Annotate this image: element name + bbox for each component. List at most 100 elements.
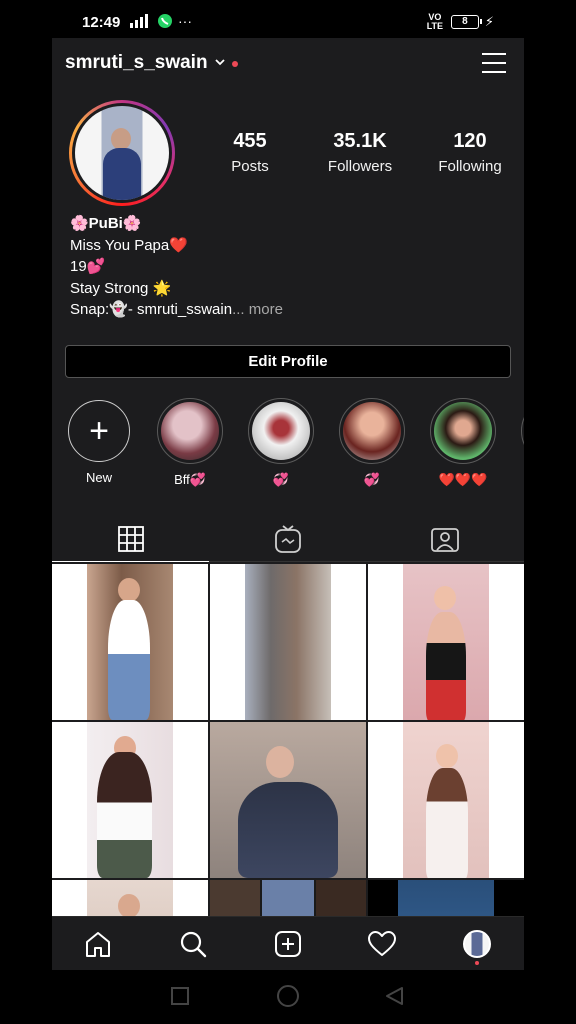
highlight-label: New (85, 470, 112, 485)
profile-avatar[interactable] (69, 100, 175, 206)
post-figure (238, 782, 338, 878)
chevron-down-icon[interactable] (214, 56, 226, 68)
stat-value: 35.1K (333, 130, 387, 152)
post-thumbnail[interactable] (52, 722, 208, 878)
recents-icon[interactable] (170, 986, 190, 1006)
menu-icon[interactable] (482, 52, 506, 74)
bio-more-link[interactable]: ... more (232, 301, 283, 318)
add-post-icon (275, 931, 301, 957)
nav-home[interactable] (82, 929, 114, 959)
igtv-icon (274, 525, 301, 553)
tab-tagged[interactable] (366, 516, 523, 562)
highlight-cover (434, 402, 492, 460)
highlight-label: ❤️❤️❤️ (438, 472, 488, 487)
bottom-navigation (52, 916, 524, 970)
profile-stats: 455 Posts 35.1K Followers 120 Following (200, 130, 520, 175)
avatar-photo (75, 106, 169, 200)
highlight-new[interactable]: + New (64, 398, 134, 485)
status-right: VO LTE 8 ⚡ (425, 13, 494, 31)
status-bar: 12:49 ··· VO LTE 8 ⚡ (0, 0, 576, 42)
post-thumbnail[interactable] (368, 722, 524, 878)
back-icon[interactable] (384, 986, 404, 1006)
stat-followers[interactable]: 35.1K Followers (310, 130, 410, 175)
volte-label: VO LTE (426, 12, 444, 31)
posts-grid (52, 564, 524, 916)
post-figure-head (266, 746, 294, 778)
stat-following[interactable]: 120 Following (420, 130, 520, 175)
home-nav-icon[interactable] (276, 984, 300, 1008)
highlight-ring (248, 398, 314, 464)
highlight-label: 💞 (363, 472, 381, 487)
signal-icon (130, 14, 148, 28)
post-figure (426, 768, 468, 878)
profile-screen: smruti_s_swain 455 Posts 35.1K Followers… (52, 38, 524, 916)
highlight-cover (343, 402, 401, 460)
highlight-item[interactable]: 💞 (246, 398, 316, 488)
stat-label: Followers (327, 158, 393, 175)
story-highlights: + New Bff💞 💞 💞 ❤️❤️❤️ (52, 398, 524, 498)
tab-igtv[interactable] (209, 516, 366, 562)
whatsapp-icon (158, 14, 172, 28)
plus-icon: + (68, 400, 130, 462)
post-figure (426, 612, 466, 720)
search-icon (180, 931, 207, 958)
avatar-inner (72, 103, 172, 203)
bio-line-last: Snap:👻- smruti_sswain... more (70, 299, 283, 321)
heart-icon (368, 931, 396, 956)
battery-icon: 8 (450, 15, 482, 29)
post-image (398, 880, 494, 916)
post-thumbnail[interactable] (210, 880, 366, 916)
profile-notification-dot (475, 961, 479, 965)
system-navigation-bar (0, 970, 576, 1024)
highlight-ring (521, 398, 524, 464)
stat-value: 455 (233, 130, 267, 152)
highlight-item[interactable]: 💞 (337, 398, 407, 488)
post-figure-head (434, 586, 456, 610)
edit-profile-button[interactable]: Edit Profile (65, 345, 511, 378)
profile-bio: 🌸PuBi🌸 Miss You Papa❤️ 19💕 Stay Strong 🌟… (70, 213, 283, 321)
highlight-ring (157, 398, 223, 464)
tagged-icon (430, 528, 459, 552)
post-thumbnail[interactable] (52, 564, 208, 720)
highlight-item[interactable]: Bff💞 (155, 398, 225, 488)
highlight-ring (339, 398, 405, 464)
highlight-label: Bff💞 (174, 472, 206, 487)
grid-icon (117, 525, 144, 552)
post-thumbnail[interactable] (210, 722, 366, 878)
highlight-cover (252, 402, 310, 460)
stat-posts[interactable]: 455 Posts (200, 130, 300, 175)
username-switcher[interactable]: smruti_s_swain (65, 52, 208, 74)
notification-dot (232, 61, 238, 67)
bio-line: Miss You Papa❤️ (70, 236, 188, 254)
highlight-item-partial[interactable] (519, 398, 524, 464)
bio-line: 19💕 (70, 258, 106, 275)
post-figure-head (436, 744, 458, 768)
highlight-ring (430, 398, 496, 464)
highlight-item[interactable]: ❤️❤️❤️ (428, 398, 498, 488)
post-image (210, 880, 260, 916)
bio-snap: Snap:👻- smruti_sswain (70, 301, 233, 318)
highlight-cover (161, 402, 219, 460)
post-thumbnail[interactable] (368, 564, 524, 720)
post-thumbnail[interactable] (52, 880, 208, 916)
battery-level: 8 (462, 16, 468, 27)
post-figure (108, 600, 150, 720)
nav-add[interactable] (272, 929, 304, 959)
profile-tabs (52, 516, 524, 562)
profile-avatar-icon (463, 930, 491, 958)
nav-profile[interactable] (461, 929, 493, 959)
tab-grid[interactable] (52, 516, 209, 562)
post-thumbnail[interactable] (210, 564, 366, 720)
stat-label: Posts (231, 158, 269, 175)
post-image (316, 880, 366, 916)
nav-activity[interactable] (366, 929, 398, 959)
charging-icon: ⚡ (484, 14, 494, 29)
more-notifications-icon: ··· (178, 13, 192, 29)
bio-name: 🌸PuBi🌸 (70, 215, 142, 232)
post-figure-head (118, 578, 140, 602)
post-image (245, 564, 331, 720)
nav-search[interactable] (177, 929, 209, 959)
highlight-label: 💞 (272, 472, 290, 487)
post-figure-head (118, 894, 140, 916)
post-thumbnail[interactable] (368, 880, 524, 916)
